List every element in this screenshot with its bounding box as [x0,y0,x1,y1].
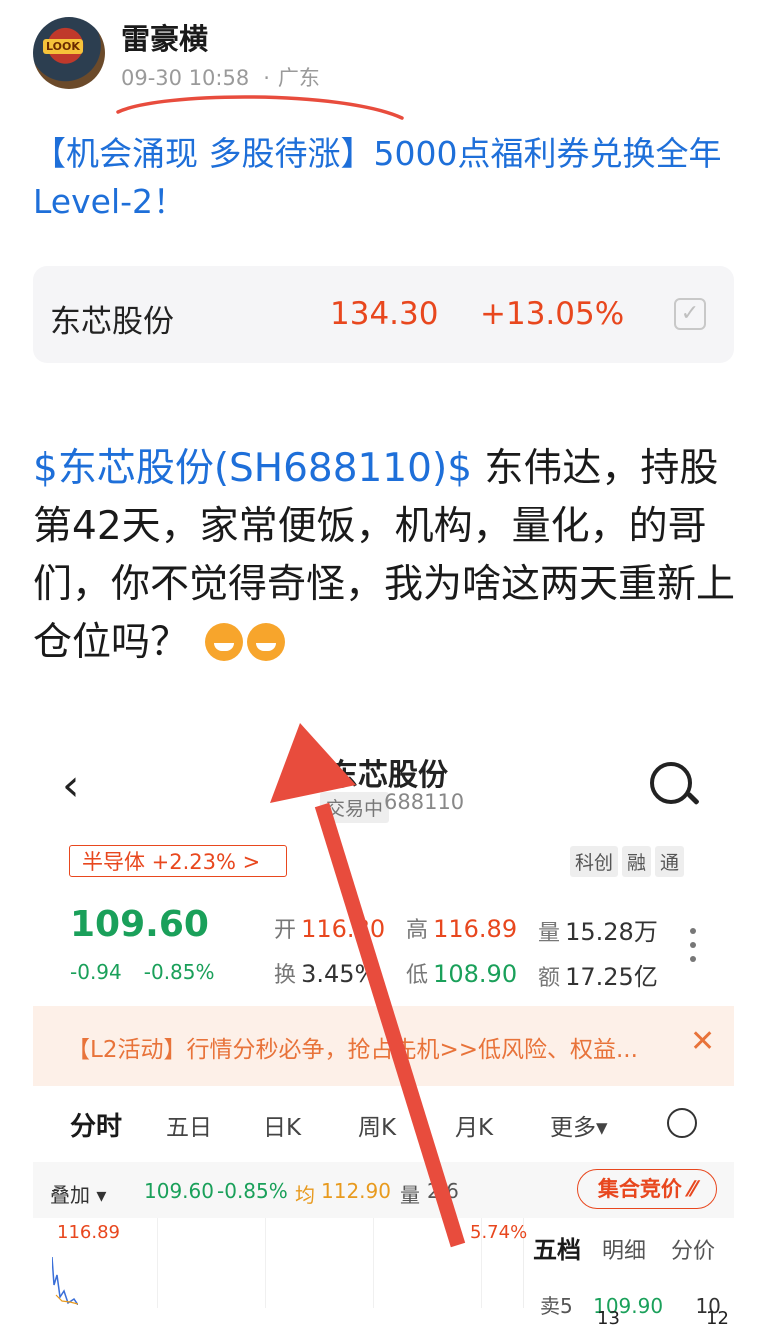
order-book-tabs: 五档 明细 分价 [533,1230,715,1265]
back-chevron-icon[interactable]: ‹ [62,760,80,811]
settings-hexagon-icon[interactable] [667,1108,697,1138]
tag-margin: 融 [622,846,652,877]
chart-high-label: 116.89 [57,1222,120,1243]
more-vertical-icon[interactable] [690,928,696,970]
ask-level: 卖5 [540,1294,573,1318]
price-change: -0.94 -0.85% [70,960,215,984]
stock-card[interactable]: 东芯股份 134.30 +13.05% ✓ [33,266,734,363]
post-title-link[interactable]: 【机会涌现 多股待涨】5000点福利券兑换全年Level-2！ [33,130,733,226]
stock-card-change: +13.05% [480,296,625,332]
auction-button[interactable]: 集合竞价 ⁄⁄ [577,1169,717,1209]
red-arrow-annotation [270,723,466,1248]
price-line [52,1256,78,1305]
search-icon[interactable] [650,762,692,804]
quote-volume: 量 15.28万 [538,918,658,946]
avatar[interactable]: LOOK [33,17,105,89]
overlay-dropdown[interactable]: 叠加 ▾ [50,1179,106,1208]
tab-details[interactable]: 明细 [602,1239,646,1264]
username[interactable]: 雷豪横 [121,16,208,58]
change-abs: -0.94 [70,960,122,984]
check-icon[interactable]: ✓ [674,298,706,330]
tab-price-distribution[interactable]: 分价 [671,1239,715,1264]
tab-intraday[interactable]: 分时 [70,1106,122,1143]
sector-tag[interactable]: 半导体 +2.23% > [69,845,287,877]
tab-five-day[interactable]: 五日 [166,1108,212,1142]
grin-emoji-icon [247,623,286,661]
current-price: 109.60 [70,904,209,945]
meta-separator: · [263,66,270,90]
close-icon[interactable]: ✕ [690,1024,715,1059]
footer-number: 13 [597,1308,620,1329]
post-body: $东芯股份(SH688110)$ 东伟达，持股第42天，家常便饭，机构，量化，的… [33,440,743,672]
dizzy-face-emoji-icon [205,623,244,661]
footer-number: 12 [706,1308,729,1329]
order-book-row: 卖5 109.90 10 [540,1290,721,1319]
tag-connect: 通 [655,846,685,877]
stock-card-name: 东芯股份 [50,304,174,340]
tab-five-levels[interactable]: 五档 [533,1236,581,1264]
change-pct: -0.85% [143,960,215,984]
quote-amount: 额 17.25亿 [538,963,658,991]
stock-card-price: 134.30 [330,296,439,332]
location: 广东 [277,66,320,90]
tag-kechuang: 科创 [570,846,619,877]
red-underline-annotation [116,95,404,120]
timestamp: 09-30 10:58 [121,66,250,90]
board-tags: 科创融通 [566,846,685,877]
cashtag-link[interactable]: $东芯股份(SH688110)$ [33,446,472,491]
avatar-badge: LOOK [43,39,83,54]
overlay-price: 109.60 [144,1179,214,1203]
tab-more[interactable]: 更多▾ [550,1108,608,1142]
